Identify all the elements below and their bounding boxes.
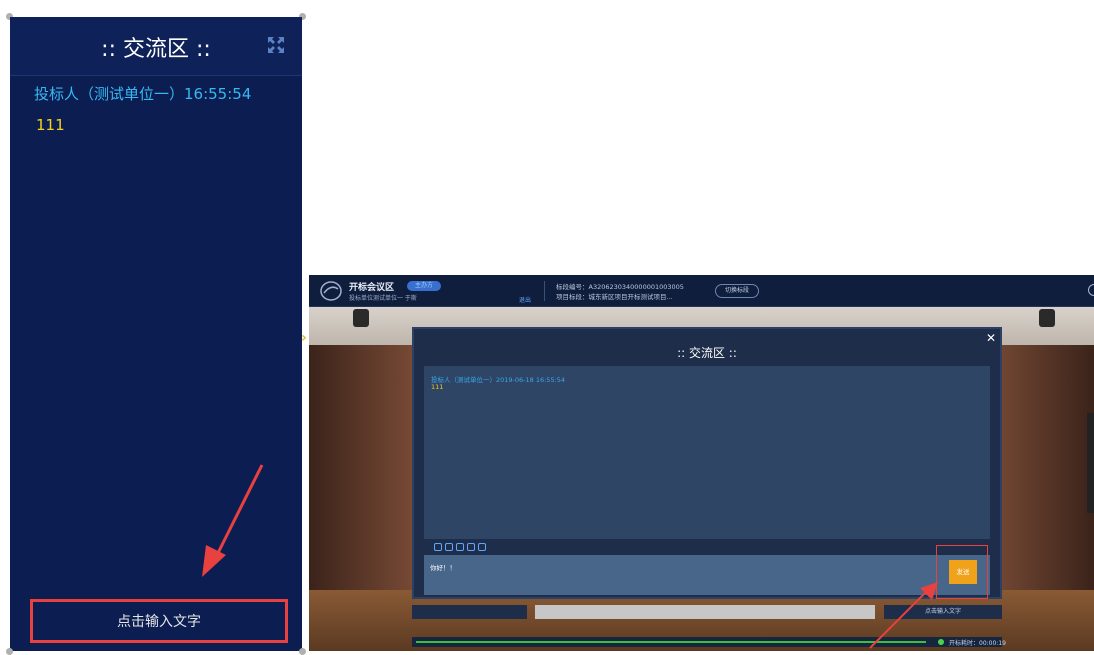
modal-title: :: 交流区 :: xyxy=(677,346,737,360)
desktop-meeting-screenshot: 开标会议区 主办方 投标单位测试单位一 于斯 退出 标段编号：A32062303… xyxy=(309,275,1094,651)
user-info: 投标单位测试单位一 于斯 xyxy=(349,295,417,302)
divider xyxy=(544,281,545,301)
corner-handle-bottom-right xyxy=(299,648,306,655)
chat-modal: ✕ :: 交流区 :: 投标人（测试单位一）2019-06-18 16:55:5… xyxy=(412,327,1002,599)
annotation-arrow-icon xyxy=(202,464,264,577)
exit-link[interactable]: 退出 xyxy=(519,295,531,304)
message-sender: 投标人（测试单位一）16:55:54 xyxy=(34,85,252,103)
table-panel-center xyxy=(535,605,875,619)
close-icon[interactable]: ✕ xyxy=(986,331,996,345)
elapsed-timer: 开标耗时：00:00:19 xyxy=(949,640,1006,647)
chevron-right-icon[interactable]: › xyxy=(301,330,307,346)
logo-icon xyxy=(320,281,342,301)
role-badge: 主办方 xyxy=(407,281,442,291)
annotation-arrow-icon xyxy=(869,582,938,649)
message-log: 投标人（测试单位一）2019-06-18 16:55:54 111 xyxy=(424,366,990,539)
side-toolbar[interactable] xyxy=(1087,413,1094,513)
switch-section-button[interactable]: 切换标段 xyxy=(715,284,759,298)
send-button[interactable]: 发送 xyxy=(949,560,977,584)
top-bar: 开标会议区 主办方 投标单位测试单位一 于斯 退出 标段编号：A32062303… xyxy=(309,275,1094,307)
comment-icon[interactable] xyxy=(467,543,475,551)
help-icon[interactable] xyxy=(1088,284,1094,296)
table-panel-left xyxy=(412,605,527,619)
app-name: 开标会议区 xyxy=(349,283,395,293)
project-name: 项目标段：城东新区项目开标测试项目... xyxy=(556,293,673,301)
message-sender: 投标人（测试单位一）2019-06-18 16:55:54 xyxy=(431,376,566,384)
chat-title: :: 交流区 :: xyxy=(101,37,211,62)
crop-icon[interactable] xyxy=(478,543,486,551)
chat-input-placeholder: 点击输入文字 xyxy=(117,614,201,630)
record-icon[interactable] xyxy=(445,543,453,551)
spotlight-icon xyxy=(353,309,369,327)
chat-header: :: 交流区 :: xyxy=(10,17,302,76)
input-toolbar xyxy=(434,543,486,551)
project-number: 标段编号：A3206230340000001003005 xyxy=(556,283,684,291)
message-text: 111 xyxy=(36,116,65,134)
message-input-value: 你好！！ xyxy=(430,564,456,572)
message-text: 111 xyxy=(431,383,444,391)
progress-fill xyxy=(416,641,926,643)
corner-handle-bottom-left xyxy=(6,648,13,655)
emoji-icon[interactable] xyxy=(434,543,442,551)
mobile-chat-panel: :: 交流区 :: 投标人（测试单位一）16:55:54 111 点击输入文字 xyxy=(6,13,306,655)
chat-input-button[interactable]: 点击输入文字 xyxy=(30,599,288,643)
spotlight-icon xyxy=(1039,309,1055,327)
fullscreen-icon[interactable] xyxy=(268,37,284,53)
image-icon[interactable] xyxy=(456,543,464,551)
